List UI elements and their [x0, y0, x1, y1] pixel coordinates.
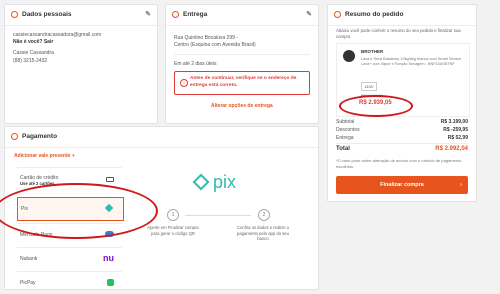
total-label: Total — [336, 146, 350, 152]
divider — [336, 143, 468, 144]
payment-header: Pagamento — [5, 127, 318, 148]
finish-purchase-label: Finalizar compra — [380, 182, 424, 188]
step-text: Aperte em Finalizar compra para gerar o … — [147, 225, 199, 236]
method-label: Nubank — [20, 256, 38, 262]
pix-logo: pix — [191, 172, 251, 195]
row-value: R$ 52,99 — [447, 135, 468, 141]
price-note: *O valor pode sofrer alteração de acordo… — [336, 158, 462, 169]
personal-name: Cassie Cassandra — [13, 50, 54, 56]
finish-purchase-button[interactable]: Finalizar compra › — [336, 176, 468, 194]
summary-row-delivery: Entrega R$ 52,99 — [336, 135, 468, 142]
personal-phone: (88) 3215-2432 — [13, 58, 48, 64]
step-number: 1 — [167, 209, 179, 221]
delivery-title: Entrega — [183, 11, 208, 18]
summary-title: Resumo do pedido — [345, 11, 404, 18]
delivery-alert: ! Antes de continuar, verifique se o end… — [174, 71, 310, 95]
payment-icon — [11, 133, 18, 140]
pix-logo-text: pix — [213, 172, 237, 192]
pix-logo-icon — [192, 173, 210, 191]
step-text: Confira os dados e realize o pagamento p… — [236, 225, 290, 241]
total-value: R$ 2.992,04 — [435, 146, 468, 152]
summary-row-discounts: Descontos R$ -259,95 — [336, 127, 468, 134]
summary-intro: Abaixo você pode conferir o resumo do se… — [336, 28, 461, 39]
method-label: PicPay — [20, 280, 36, 286]
picpay-icon — [107, 279, 114, 286]
logout-link[interactable]: Não é você? Sair — [13, 39, 53, 45]
delivery-street: Rua Quintino Bocaiúva 299 - — [174, 35, 238, 41]
annotation-circle-pix — [0, 183, 158, 239]
delivery-district: Centro (Esquina com Avenida Brasil) — [174, 42, 256, 48]
payment-method-picpay[interactable]: PicPay — [17, 271, 122, 294]
change-delivery-link[interactable]: Alterar opções de entrega — [211, 103, 273, 109]
truck-icon — [172, 11, 179, 18]
row-label: Descontos — [336, 127, 360, 133]
card-icon — [106, 177, 114, 182]
summary-total: Total R$ 2.992,04 — [336, 145, 468, 154]
nubank-icon: nu — [103, 253, 114, 263]
personal-data-header: Dados pessoais ✎ — [5, 5, 157, 26]
product-brand: BROTHER — [361, 49, 384, 54]
annotation-circle-price — [339, 95, 413, 117]
chevron-right-icon: › — [460, 182, 462, 188]
product-description: Lava e Seca Brastemp 10kg/6kg branca com… — [361, 57, 462, 66]
cart-icon — [334, 11, 341, 18]
payment-method-nubank[interactable]: Nubank nu — [17, 247, 122, 270]
add-voucher-link[interactable]: Adicionar vale presente + — [14, 153, 75, 159]
personal-data-title: Dados pessoais — [22, 11, 72, 18]
summary-header: Resumo do pedido — [328, 5, 476, 26]
row-label: Entrega — [336, 135, 354, 141]
delivery-alert-text: Antes de continuar, verifique se o ender… — [190, 76, 297, 88]
edit-pencil-icon[interactable]: ✎ — [145, 10, 151, 18]
row-label: Subtotal — [336, 119, 355, 125]
delivery-header: Entrega ✎ — [166, 5, 318, 26]
voltage-select[interactable]: 110V — [361, 82, 377, 91]
divider — [174, 54, 310, 55]
personal-data-card: Dados pessoais ✎ cassiecassandracassador… — [4, 4, 158, 124]
row-value: R$ 3.199,00 — [440, 119, 468, 125]
payment-title: Pagamento — [22, 133, 58, 140]
product-image — [343, 50, 355, 62]
user-icon — [11, 11, 18, 18]
plus-icon: + — [71, 153, 75, 159]
step-number: 2 — [258, 209, 270, 221]
personal-email: cassiecassandracassadora@gmail.com — [13, 32, 102, 38]
add-voucher-label: Adicionar vale presente — [14, 153, 71, 159]
edit-pencil-icon[interactable]: ✎ — [306, 10, 312, 18]
delivery-card: Entrega ✎ Rua Quintino Bocaiúva 299 - Ce… — [165, 4, 319, 124]
steps-connector — [185, 215, 251, 216]
delivery-eta: Em até 2 dias úteis — [174, 61, 217, 67]
warning-icon: ! — [180, 79, 188, 87]
row-value: R$ -259,95 — [443, 127, 468, 133]
summary-row-subtotal: Subtotal R$ 3.199,00 — [336, 119, 468, 126]
